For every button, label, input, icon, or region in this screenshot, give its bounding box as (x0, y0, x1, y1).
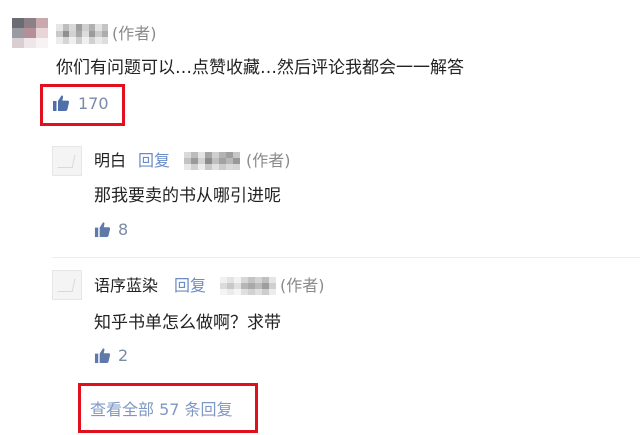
thumbs-up-icon[interactable] (94, 221, 111, 238)
reply-text: 那我要卖的书从哪引进呢 (94, 186, 281, 206)
view-all-highlight-box (78, 383, 258, 433)
reply-target-name[interactable] (220, 277, 276, 295)
comment-avatar[interactable] (12, 18, 48, 48)
reply-like-count[interactable]: 8 (118, 220, 128, 240)
reply-target-name[interactable] (184, 152, 240, 170)
comment-text: 你们有问题可以…点赞收藏…然后评论我都会一一解答 (56, 58, 464, 78)
reply-label: 回复 (174, 276, 207, 295)
reply-text: 知乎书单怎么做啊？求带 (94, 313, 281, 333)
reply-author-name[interactable]: 语序蓝染 (94, 276, 158, 296)
reply-author-name[interactable]: 明白 (94, 151, 126, 171)
reply-like-count[interactable]: 2 (118, 346, 128, 366)
thumbs-up-icon[interactable] (94, 347, 111, 364)
reply-label: 回复 (138, 151, 171, 170)
like-highlight-box (40, 84, 125, 126)
comment-author-name[interactable] (56, 24, 108, 44)
author-tag: (作者) (112, 24, 157, 43)
reply-divider (52, 257, 640, 258)
reply-target-author-tag: (作者) (246, 151, 291, 170)
reply-avatar[interactable] (52, 146, 82, 176)
reply-avatar[interactable] (52, 270, 82, 300)
reply-target-author-tag: (作者) (280, 276, 325, 295)
